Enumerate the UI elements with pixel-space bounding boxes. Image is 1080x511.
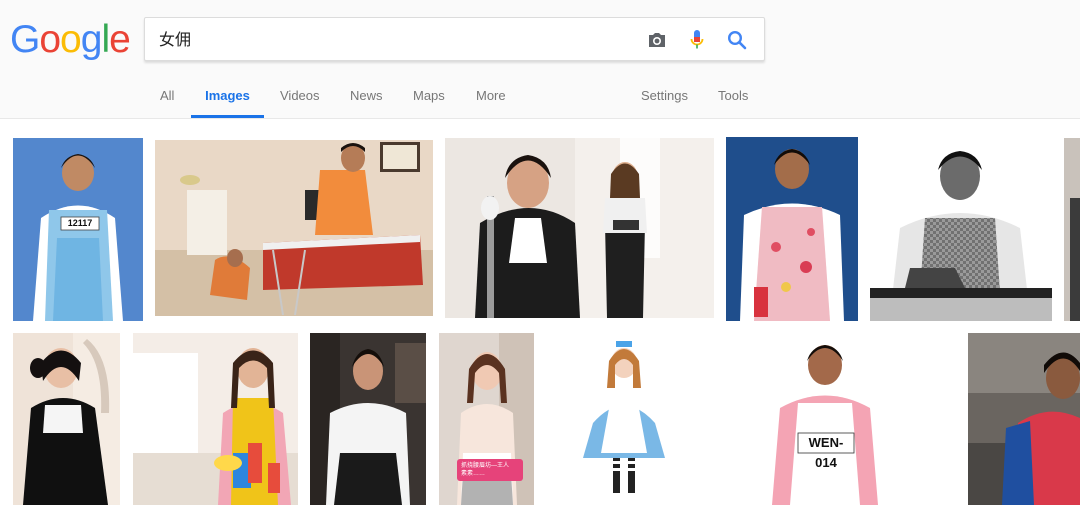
search-input[interactable]	[159, 18, 619, 62]
logo-letter: o	[39, 18, 61, 61]
image-result[interactable]: WEN-014	[760, 333, 890, 505]
camera-icon[interactable]	[645, 28, 669, 52]
tab-news[interactable]: News	[350, 80, 383, 118]
tab-videos[interactable]: Videos	[280, 80, 320, 118]
header: Google All Images Videos News Maps More …	[0, 0, 1080, 119]
image-result[interactable]	[133, 333, 298, 505]
tab-tools[interactable]: Tools	[718, 80, 748, 118]
microphone-icon[interactable]	[685, 28, 709, 52]
logo-letter: g	[80, 18, 103, 61]
image-result[interactable]	[575, 333, 673, 505]
image-result[interactable]	[968, 333, 1080, 505]
logo-letter: G	[10, 18, 40, 61]
image-result[interactable]	[870, 138, 1052, 321]
tab-more[interactable]: More	[476, 80, 506, 118]
pink-caption-line-2: 素素……	[461, 471, 486, 477]
tab-images[interactable]: Images	[191, 80, 264, 118]
tab-maps[interactable]: Maps	[413, 80, 445, 118]
search-box	[144, 17, 765, 62]
logo-letter: l	[101, 18, 110, 61]
logo-letter: e	[109, 18, 131, 61]
tab-settings[interactable]: Settings	[641, 80, 688, 118]
image-result[interactable]: 12117	[13, 138, 143, 321]
uniform-badge-text: 12117	[67, 218, 93, 228]
tab-all[interactable]: All	[160, 80, 174, 118]
image-result[interactable]	[310, 333, 426, 505]
google-logo[interactable]: Google	[10, 18, 131, 62]
image-result[interactable]	[1064, 138, 1080, 321]
pink-caption-line-1: 抓挠腰眉坊—王人	[461, 463, 510, 469]
uniform-badge-text: WEN-014	[808, 435, 844, 470]
image-result[interactable]: 抓挠腰眉坊—王人 素素……	[439, 333, 534, 505]
logo-letter: o	[60, 18, 82, 61]
image-result[interactable]	[445, 138, 714, 318]
search-tabs: All Images Videos News Maps More Setting…	[0, 80, 1080, 119]
image-result[interactable]	[726, 137, 858, 321]
image-result[interactable]	[155, 140, 433, 316]
image-result[interactable]	[13, 333, 120, 505]
search-icon[interactable]	[725, 28, 749, 52]
image-results-grid: 12117 抓挠腰眉坊—王人 素素…… WEN-014	[0, 119, 1080, 511]
